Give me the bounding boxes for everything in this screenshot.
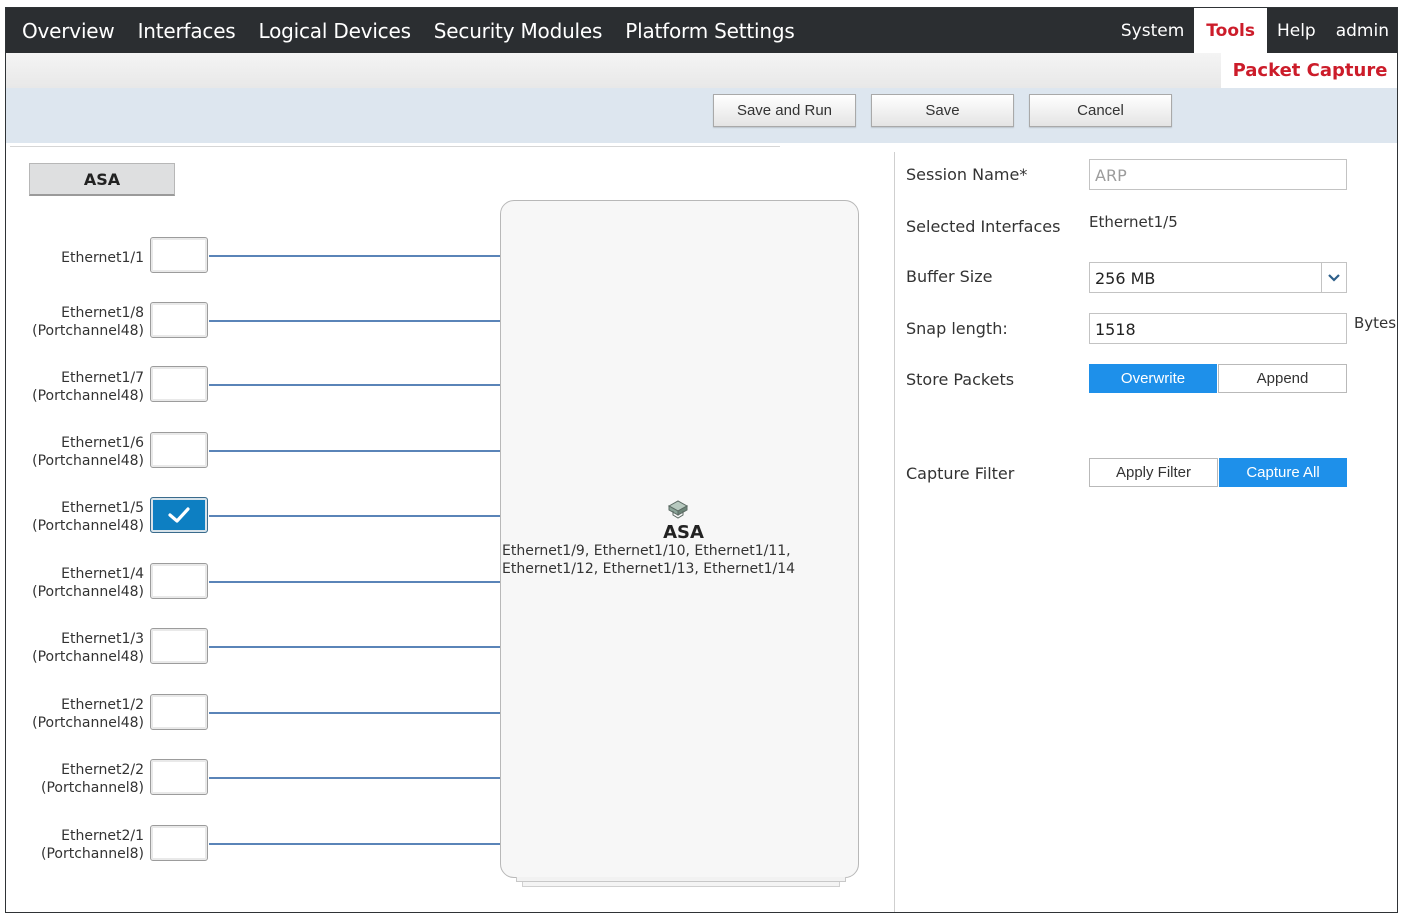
top-nav: Overview Interfaces Logical Devices Secu… <box>6 8 1397 53</box>
nav-system[interactable]: System <box>1111 8 1194 53</box>
main-menu: Overview Interfaces Logical Devices Secu… <box>6 8 802 53</box>
interface-name: Ethernet1/5 <box>61 500 144 516</box>
nav-platform-settings[interactable]: Platform Settings <box>609 19 795 43</box>
snap-length-unit: Bytes <box>1354 314 1397 332</box>
interface-link <box>209 646 501 648</box>
action-toolbar: Save and Run Save Cancel <box>6 88 1397 143</box>
interface-name: Ethernet2/1 <box>61 828 144 844</box>
interface-name: Ethernet1/3 <box>61 631 144 647</box>
device-title: ASA <box>663 522 704 543</box>
interface-label: Ethernet1/6 (Portchannel48) <box>6 434 144 470</box>
interface-checkbox-ethernet1-2[interactable] <box>150 694 208 730</box>
buffer-size-value: 256 MB <box>1095 269 1156 288</box>
interface-label: Ethernet2/1 (Portchannel8) <box>6 827 144 863</box>
session-name-input[interactable]: ARP <box>1089 159 1347 190</box>
interface-channel: (Portchannel48) <box>32 518 144 534</box>
app-tab-asa[interactable]: ASA <box>29 163 175 196</box>
save-and-run-button[interactable]: Save and Run <box>713 94 856 127</box>
interface-link <box>209 712 501 714</box>
interface-channel: (Portchannel8) <box>41 846 144 862</box>
interface-checkbox-ethernet1-7[interactable] <box>150 366 208 402</box>
interface-name: Ethernet1/6 <box>61 435 144 451</box>
device-ports-line: Ethernet1/12, Ethernet1/13, Ethernet1/14 <box>502 561 796 577</box>
interface-label: Ethernet1/5 (Portchannel48) <box>6 499 144 535</box>
capture-filter-label: Capture Filter <box>906 464 1015 483</box>
snap-length-input[interactable]: 1518 <box>1089 313 1347 344</box>
nav-interfaces[interactable]: Interfaces <box>122 19 236 43</box>
interface-channel: (Portchannel48) <box>32 323 144 339</box>
selected-interfaces-label: Selected Interfaces <box>906 217 1061 236</box>
app-frame: Overview Interfaces Logical Devices Secu… <box>5 7 1398 913</box>
device-ports-line: Ethernet1/9, Ethernet1/10, Ethernet1/11, <box>502 543 791 559</box>
snap-length-label: Snap length: <box>906 319 1008 338</box>
interface-link <box>209 777 501 779</box>
interface-channel: (Portchannel48) <box>32 584 144 600</box>
interface-label: Ethernet1/2 (Portchannel48) <box>6 696 144 732</box>
store-packets-label: Store Packets <box>906 370 1015 389</box>
interface-name: Ethernet1/7 <box>61 370 144 386</box>
panel-divider-top <box>10 146 780 147</box>
session-name-label: Session Name* <box>906 165 1028 184</box>
interface-name: Ethernet1/4 <box>61 566 144 582</box>
interface-label: Ethernet1/7 (Portchannel48) <box>6 369 144 405</box>
interface-link <box>209 515 501 517</box>
interface-checkbox-ethernet1-8[interactable] <box>150 302 208 338</box>
interface-channel: (Portchannel8) <box>41 780 144 796</box>
utility-menu: System Tools Help admin <box>1111 8 1397 53</box>
append-toggle[interactable]: Append <box>1218 364 1347 393</box>
interface-channel: (Portchannel48) <box>32 453 144 469</box>
interface-name: Ethernet1/2 <box>61 697 144 713</box>
nav-security-modules[interactable]: Security Modules <box>418 19 603 43</box>
interface-checkbox-ethernet2-2[interactable] <box>150 759 208 795</box>
interface-name: Ethernet1/8 <box>61 305 144 321</box>
interface-link <box>209 843 501 845</box>
interface-link <box>209 255 501 257</box>
cancel-button[interactable]: Cancel <box>1029 94 1172 127</box>
interface-checkbox-ethernet1-4[interactable] <box>150 563 208 599</box>
interface-link <box>209 450 501 452</box>
overwrite-toggle[interactable]: Overwrite <box>1089 364 1217 393</box>
chevron-down-icon[interactable] <box>1321 263 1346 292</box>
nav-overview[interactable]: Overview <box>6 19 115 43</box>
nav-tools[interactable]: Tools <box>1194 8 1267 53</box>
save-button[interactable]: Save <box>871 94 1014 127</box>
interface-link <box>209 581 501 583</box>
interface-label: Ethernet2/2 (Portchannel8) <box>6 761 144 797</box>
panel-divider <box>894 152 895 912</box>
interface-name: Ethernet1/1 <box>61 250 144 266</box>
interface-checkbox-ethernet1-5[interactable] <box>150 497 208 533</box>
device-ports: Ethernet1/9, Ethernet1/10, Ethernet1/11,… <box>502 542 852 578</box>
interface-label: Ethernet1/3 (Portchannel48) <box>6 630 144 666</box>
buffer-size-select[interactable]: 256 MB <box>1089 262 1347 293</box>
nav-logical-devices[interactable]: Logical Devices <box>243 19 411 43</box>
interface-label: Ethernet1/8 (Portchannel48) <box>6 304 144 340</box>
interface-channel: (Portchannel48) <box>32 388 144 404</box>
interface-channel: (Portchannel48) <box>32 715 144 731</box>
selected-interfaces-value: Ethernet1/5 <box>1089 213 1178 231</box>
capture-all-toggle[interactable]: Capture All <box>1219 458 1347 487</box>
nav-help[interactable]: Help <box>1267 8 1326 53</box>
nav-user-admin[interactable]: admin <box>1326 8 1397 53</box>
device-stack-shadow <box>522 882 840 887</box>
checkmark-icon <box>168 507 190 523</box>
sub-nav: Packet Capture <box>6 53 1397 88</box>
interface-link <box>209 320 501 322</box>
tab-packet-capture[interactable]: Packet Capture <box>1221 53 1397 88</box>
interface-checkbox-ethernet2-1[interactable] <box>150 825 208 861</box>
buffer-size-label: Buffer Size <box>906 267 993 286</box>
interface-checkbox-ethernet1-6[interactable] <box>150 432 208 468</box>
interface-checkbox-ethernet1-3[interactable] <box>150 628 208 664</box>
firewall-device-icon <box>667 500 689 519</box>
interface-label: Ethernet1/1 <box>6 249 144 267</box>
apply-filter-toggle[interactable]: Apply Filter <box>1089 458 1218 487</box>
interface-channel: (Portchannel48) <box>32 649 144 665</box>
interface-checkbox-ethernet1-1[interactable] <box>150 237 208 273</box>
interface-label: Ethernet1/4 (Portchannel48) <box>6 565 144 601</box>
interface-link <box>209 384 501 386</box>
interface-name: Ethernet2/2 <box>61 762 144 778</box>
